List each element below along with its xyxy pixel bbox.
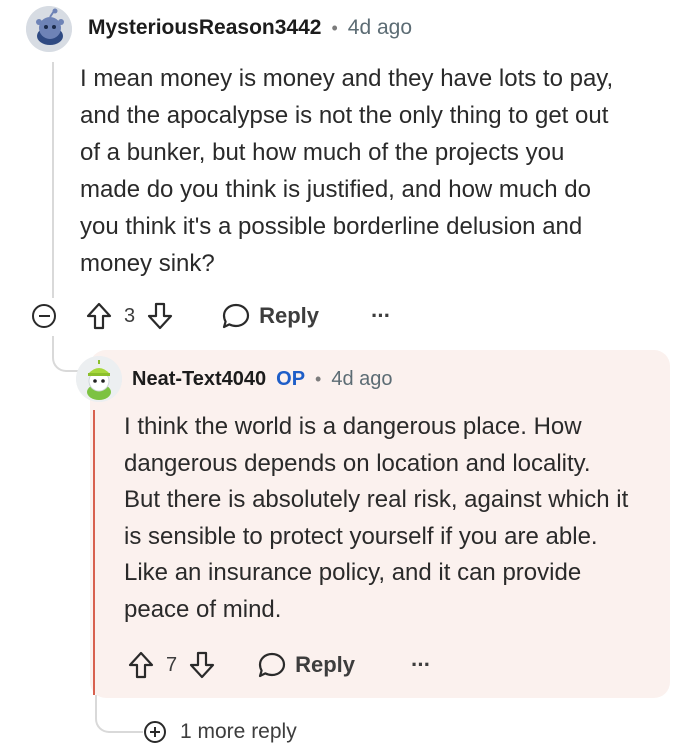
comment-body-line: made do you think is justified, and how …: [80, 176, 591, 203]
reply-label: Reply: [259, 303, 320, 328]
reply-button[interactable]: Reply: [221, 302, 319, 330]
op-badge: OP: [276, 367, 306, 390]
separator-dot: •: [331, 17, 338, 38]
minus-circle-icon: [38, 315, 50, 317]
vote-control: 3: [86, 302, 173, 330]
comment-body-line: and the apocalypse is not the only thing…: [80, 102, 609, 129]
collapse-button[interactable]: [32, 304, 56, 328]
downvote-arrow-icon[interactable]: [189, 651, 215, 679]
reply-body-line: peace of mind.: [124, 595, 282, 623]
reply-body-line: dangerous depends on location and locali…: [124, 449, 591, 477]
reply-label: Reply: [295, 652, 356, 677]
vote-score: 7: [166, 653, 178, 676]
comment-body-line: money sink?: [80, 250, 215, 277]
upvote-arrow-icon[interactable]: [128, 651, 154, 679]
reply-timestamp[interactable]: 4d ago: [331, 368, 392, 391]
comment-body-line: I mean money is money and they have lots…: [80, 65, 614, 92]
downvote-arrow-icon[interactable]: [147, 302, 173, 330]
reply-button[interactable]: Reply: [257, 651, 355, 679]
separator-dot: •: [315, 368, 322, 389]
reply-body-line: Like an insurance policy, and it can pro…: [124, 559, 582, 586]
comment-body-line: you think it's a possible borderline del…: [80, 213, 583, 240]
speech-bubble-icon: [259, 652, 286, 678]
avatar[interactable]: [76, 356, 122, 402]
vote-score: 3: [124, 304, 136, 327]
thread-line[interactable]: [52, 62, 54, 298]
reply-username[interactable]: Neat-Text4040: [132, 368, 266, 391]
vote-control: 7: [128, 651, 215, 679]
plus-circle-icon: [144, 721, 166, 743]
comment-action-bar: 3 Reply ···: [32, 296, 391, 336]
comment-thread: MysteriousReason3442 • 4d ago I mean mon…: [0, 0, 700, 753]
reply-body-line: is sensible to protect yourself if you a…: [124, 522, 598, 550]
avatar[interactable]: [26, 6, 72, 52]
speech-bubble-icon: [223, 303, 250, 329]
reply-header: Neat-Text4040 OP • 4d ago: [132, 364, 393, 394]
thread-connector: [95, 695, 143, 733]
reply-body-line: I think the world is a dangerous place. …: [124, 413, 582, 440]
more-options-button[interactable]: ···: [371, 303, 391, 329]
reply-body: I think the world is a dangerous place. …: [124, 409, 664, 628]
reddit-snoo-avatar-icon: [26, 6, 72, 52]
reply-action-bar: 7 Reply ···: [128, 645, 431, 685]
comment-body-line: of a bunker, but how much of the project…: [80, 139, 565, 166]
more-replies-link[interactable]: 1 more reply: [144, 716, 297, 748]
more-replies-label: 1 more reply: [180, 720, 297, 743]
green-hat-snoo-avatar-icon: [76, 356, 122, 402]
reply-body-line: But there is absolutely real risk, again…: [124, 486, 629, 513]
reply-thread-line[interactable]: [93, 410, 95, 695]
comment-header: MysteriousReason3442 • 4d ago: [88, 12, 412, 44]
comment-body: I mean money is money and they have lots…: [80, 60, 680, 282]
upvote-arrow-icon[interactable]: [86, 302, 112, 330]
comment-username[interactable]: MysteriousReason3442: [88, 16, 321, 40]
more-options-button[interactable]: ···: [411, 652, 431, 678]
comment-timestamp[interactable]: 4d ago: [348, 16, 412, 40]
